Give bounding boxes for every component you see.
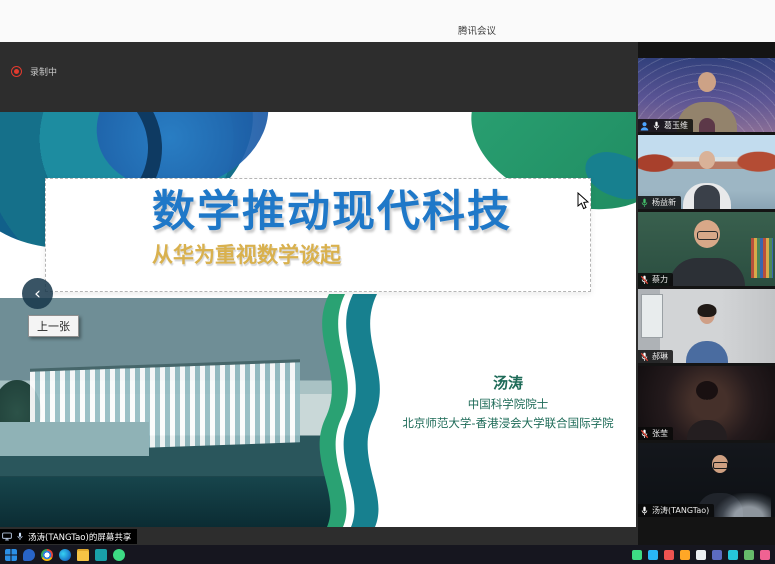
screen-share-banner[interactable]: 汤涛(TANGTao)的屏幕共享	[0, 529, 137, 544]
microphone-icon	[640, 506, 649, 516]
monitor-icon	[2, 532, 12, 541]
edge-icon[interactable]	[59, 549, 71, 561]
participant-name-bar: 郝琳	[638, 350, 673, 363]
chevron-left-icon: ‹	[34, 284, 41, 304]
participant-name: 郝琳	[652, 351, 668, 362]
tray-pink-icon[interactable]	[760, 550, 770, 560]
record-dot-icon	[11, 66, 22, 77]
microphone-muted-icon	[640, 275, 649, 285]
participant-avatar	[698, 72, 716, 92]
participant-name-bar: 蔡力	[638, 273, 673, 286]
participant-name: 杨益新	[652, 197, 676, 208]
photo-ground	[0, 477, 338, 527]
chat-app-icon[interactable]	[23, 549, 35, 561]
tray-indigo-icon[interactable]	[712, 550, 722, 560]
presenter-name: 汤涛	[382, 372, 634, 393]
presenter-title: 中国科学院院士	[382, 396, 634, 412]
participant-tile-5[interactable]: 张莹	[638, 366, 775, 440]
participant-tile-6[interactable]: 汤涛(TANGTao)	[638, 443, 775, 517]
microphone-icon	[652, 121, 661, 131]
tray-white-icon[interactable]	[696, 550, 706, 560]
presenter-block: 汤涛 中国科学院院士 北京师范大学-香港浸会大学联合国际学院	[382, 372, 634, 431]
slide-subtitle: 从华为重视数学谈起	[152, 239, 590, 269]
participant-name: 张莹	[652, 428, 668, 439]
previous-slide-button[interactable]: ‹	[22, 278, 53, 309]
participant-name-bar: 杨益新	[638, 196, 681, 209]
recording-indicator: 录制中	[11, 65, 57, 78]
slide-title-box: 数学推动现代科技 从华为重视数学谈起	[45, 178, 591, 292]
participant-tile-2[interactable]: 杨益新	[638, 135, 775, 209]
previous-slide-tooltip: 上一张	[28, 315, 79, 337]
window-title: 腾讯会议	[458, 23, 496, 37]
mouse-cursor	[577, 192, 590, 211]
start-button-icon[interactable]	[5, 549, 17, 561]
share-banner-label: 汤涛(TANGTao)的屏幕共享	[28, 531, 131, 543]
participant-name: 蔡力	[652, 274, 668, 285]
participant-name-bar: 葛玉维	[638, 119, 693, 132]
shared-screen: 数学推动现代科技 从华为重视数学谈起 汤涛 中国科学院院士 北京师范大学-香港浸…	[0, 112, 636, 527]
tray-green-icon[interactable]	[744, 550, 754, 560]
tray-cyan-icon[interactable]	[728, 550, 738, 560]
chrome-icon[interactable]	[41, 549, 53, 561]
participant-tile-3[interactable]: 蔡力	[638, 212, 775, 286]
meeting-window: 录制中 数学推动现代科技 从华为重视数学谈起	[0, 42, 775, 545]
meeting-app-icon[interactable]	[95, 549, 107, 561]
microphone-speaking-icon	[640, 198, 649, 208]
screen: 腾讯会议 录制中 数学	[0, 0, 775, 564]
participant-sidebar: 葛玉维 杨益新 蔡力	[638, 42, 775, 545]
participant-name: 汤涛(TANGTao)	[652, 505, 709, 516]
tray-orange-icon[interactable]	[680, 550, 690, 560]
person-icon	[640, 121, 649, 131]
microphone-icon	[15, 532, 25, 541]
system-tray	[632, 550, 770, 560]
os-titlebar: 腾讯会议	[0, 0, 775, 42]
slide-title: 数学推动现代科技	[152, 189, 590, 235]
tray-blue-icon[interactable]	[648, 550, 658, 560]
taskbar	[0, 545, 775, 564]
participant-name: 葛玉维	[664, 120, 688, 131]
participant-tile-1[interactable]: 葛玉维	[638, 58, 775, 132]
file-explorer-icon[interactable]	[77, 549, 89, 561]
wechat-icon[interactable]	[632, 550, 642, 560]
taskbar-left-icons	[5, 549, 125, 561]
microphone-muted-icon	[640, 352, 649, 362]
messenger-app-icon[interactable]	[113, 549, 125, 561]
photo-building-wing	[0, 422, 149, 456]
participant-tile-4[interactable]: 郝琳	[638, 289, 775, 363]
participant-name-bar: 张莹	[638, 427, 673, 440]
presenter-affiliation: 北京师范大学-香港浸会大学联合国际学院	[382, 415, 634, 431]
tray-red-icon[interactable]	[664, 550, 674, 560]
recording-label: 录制中	[30, 65, 57, 78]
microphone-muted-icon	[640, 429, 649, 439]
participant-name-bar: 汤涛(TANGTao)	[638, 504, 714, 517]
